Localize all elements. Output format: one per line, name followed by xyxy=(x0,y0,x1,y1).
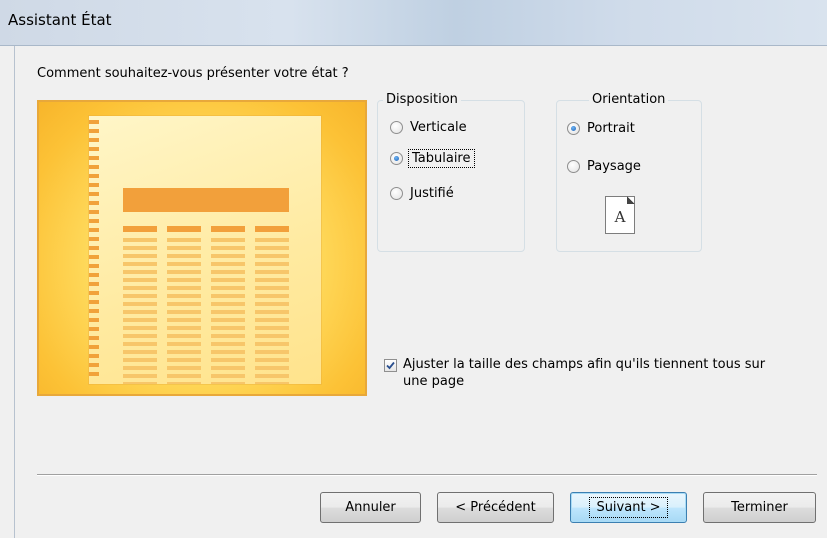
radio-button-icon[interactable] xyxy=(390,152,403,165)
radio-portrait[interactable]: Portrait xyxy=(567,121,635,136)
previous-button[interactable]: < Précédent xyxy=(437,492,554,523)
prompt-text: Comment souhaitez-vous présenter votre é… xyxy=(37,66,349,81)
radio-justifie[interactable]: Justifié xyxy=(390,186,454,201)
radio-label: Paysage xyxy=(587,159,641,174)
radio-button-icon[interactable] xyxy=(567,160,580,173)
orientation-group: Orientation Portrait Paysage A xyxy=(556,92,702,252)
cancel-button[interactable]: Annuler xyxy=(320,492,421,523)
title-bar: Assistant État xyxy=(0,0,827,46)
preview-column xyxy=(211,238,245,384)
preview-column-header xyxy=(167,226,201,232)
next-button-label: Suivant > xyxy=(589,497,668,518)
button-separator xyxy=(37,474,817,476)
checkmark-icon xyxy=(386,361,395,370)
fit-fields-checkbox[interactable] xyxy=(384,359,397,372)
preview-spiral xyxy=(89,120,99,382)
radio-label: Justifié xyxy=(410,186,454,201)
radio-button-icon[interactable] xyxy=(567,122,580,135)
preview-header-bar xyxy=(123,188,289,212)
preview-column-header xyxy=(211,226,245,232)
disposition-legend: Disposition xyxy=(383,92,461,107)
radio-tabulaire[interactable]: Tabulaire xyxy=(390,149,475,168)
disposition-group: Disposition Verticale Tabulaire Justifié xyxy=(377,92,525,252)
previous-button-label: < Précédent xyxy=(455,500,536,515)
layout-preview-image xyxy=(37,100,367,396)
radio-label: Tabulaire xyxy=(408,149,475,168)
wizard-body: Comment souhaitez-vous présenter votre é… xyxy=(14,46,827,538)
finish-button[interactable]: Terminer xyxy=(703,492,816,523)
fit-fields-label[interactable]: Ajuster la taille des champs afin qu'ils… xyxy=(403,356,783,390)
orientation-legend: Orientation xyxy=(589,92,669,107)
preview-column xyxy=(123,238,157,384)
radio-label: Portrait xyxy=(587,121,635,136)
radio-button-icon[interactable] xyxy=(390,187,403,200)
cancel-button-label: Annuler xyxy=(345,500,396,515)
window-title: Assistant État xyxy=(8,11,112,29)
page-icon-letter: A xyxy=(614,208,626,226)
radio-button-icon[interactable] xyxy=(390,121,403,134)
finish-button-label: Terminer xyxy=(731,500,788,515)
portrait-page-icon: A xyxy=(605,196,635,234)
preview-column-header xyxy=(255,226,289,232)
next-button[interactable]: Suivant > xyxy=(570,492,687,523)
preview-column xyxy=(255,238,289,384)
radio-paysage[interactable]: Paysage xyxy=(567,159,641,174)
preview-column xyxy=(167,238,201,384)
radio-label: Verticale xyxy=(410,120,467,135)
radio-verticale[interactable]: Verticale xyxy=(390,120,467,135)
preview-column-header xyxy=(123,226,157,232)
